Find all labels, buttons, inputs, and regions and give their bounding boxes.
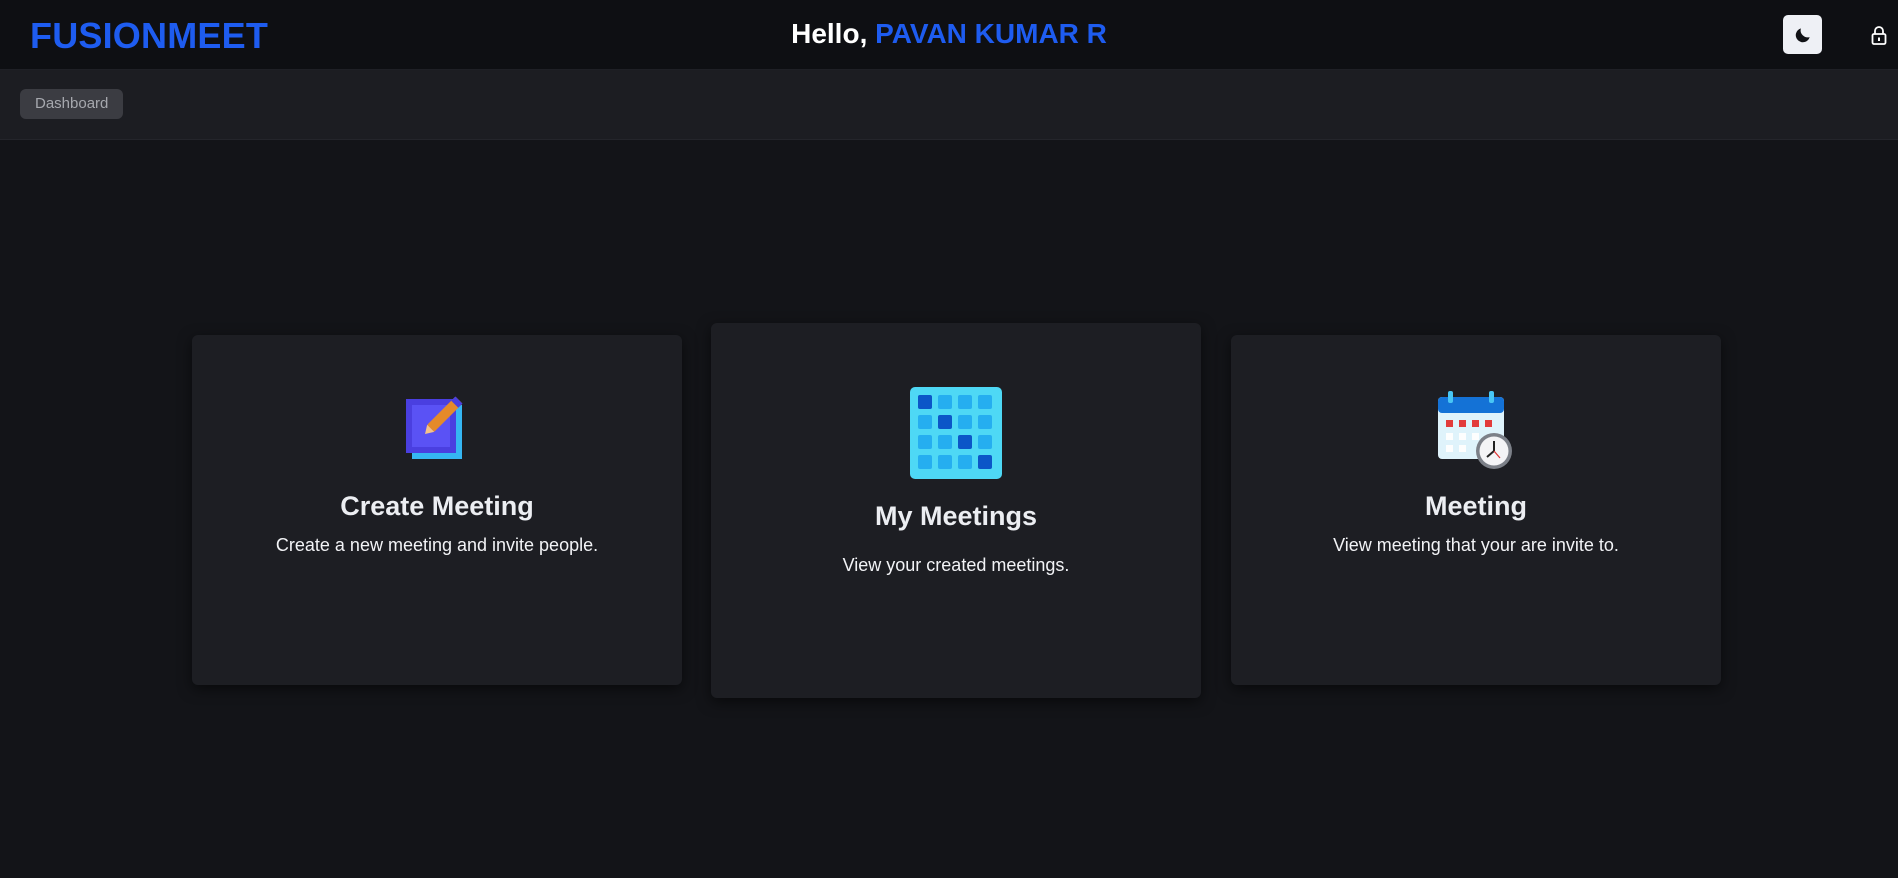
create-meeting-icon-wrap bbox=[192, 391, 682, 463]
my-meetings-icon-wrap bbox=[711, 387, 1201, 479]
lock-icon bbox=[1871, 26, 1887, 45]
card-description: View meeting that your are invite to. bbox=[1333, 535, 1619, 555]
breadcrumb-bar: Dashboard bbox=[0, 70, 1898, 140]
card-title: My Meetings bbox=[874, 501, 1038, 531]
invited-meetings-card[interactable]: Meeting View meeting that your are invit… bbox=[1231, 335, 1721, 685]
top-navbar: FUSIONMEET Hello, PAVAN KUMAR R bbox=[0, 0, 1898, 70]
greeting: Hello, PAVAN KUMAR R bbox=[0, 18, 1898, 50]
user-name: PAVAN KUMAR R bbox=[875, 18, 1107, 49]
create-meeting-card[interactable]: Create Meeting Create a new meeting and … bbox=[192, 335, 682, 685]
theme-toggle-button[interactable] bbox=[1783, 15, 1822, 54]
calendar-clock-icon bbox=[1438, 391, 1512, 469]
invited-meetings-icon-wrap bbox=[1231, 391, 1721, 471]
card-description: Create a new meeting and invite people. bbox=[275, 535, 599, 555]
calendar-grid-icon bbox=[910, 387, 1002, 479]
create-meeting-icon bbox=[406, 396, 463, 459]
card-description: View your created meetings. bbox=[842, 555, 1070, 575]
card-title: Create Meeting bbox=[340, 491, 534, 521]
my-meetings-card[interactable]: My Meetings View your created meetings. bbox=[711, 323, 1201, 698]
logout-button[interactable] bbox=[1868, 22, 1890, 48]
moon-icon bbox=[1795, 27, 1810, 42]
breadcrumb-dashboard[interactable]: Dashboard bbox=[20, 89, 124, 119]
card-title: Meeting bbox=[1424, 491, 1527, 521]
greeting-prefix: Hello, bbox=[791, 18, 876, 49]
